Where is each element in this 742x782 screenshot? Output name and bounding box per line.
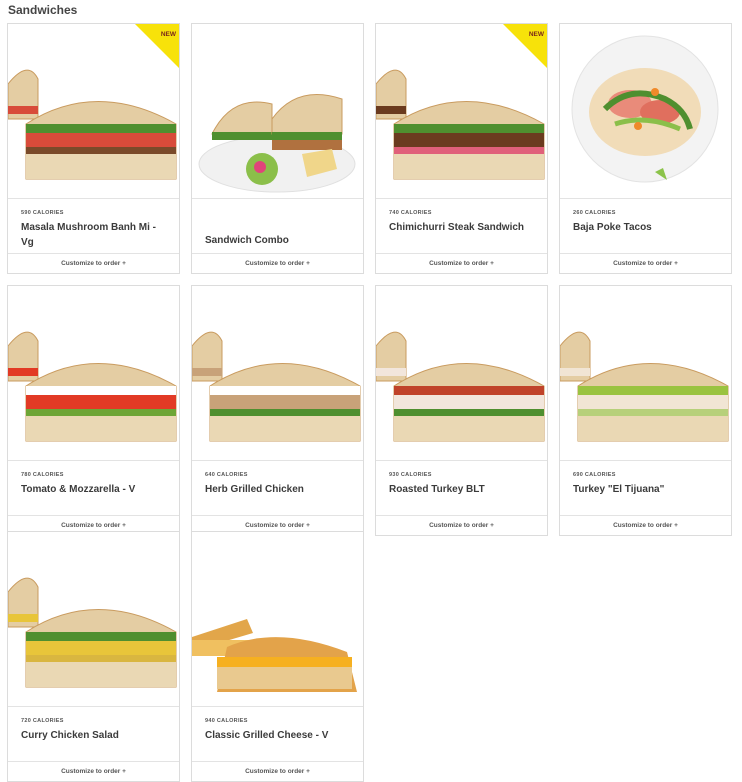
menu-item-card[interactable]: NEW 740 CALORIES Chimichurri Steak Sandwic…: [375, 23, 548, 274]
menu-item-info: 940 CALORIES Classic Grilled Cheese - V: [192, 706, 363, 762]
customize-button[interactable]: Customize to order +: [376, 253, 547, 273]
menu-item-info: 780 CALORIES Tomato & Mozzarella - V: [8, 460, 179, 516]
new-badge: NEW: [135, 24, 179, 68]
customize-button[interactable]: Customize to order +: [8, 253, 179, 273]
menu-item-card[interactable]: 940 CALORIES Classic Grilled Cheese - V Cu…: [191, 531, 364, 782]
menu-item-photo[interactable]: [560, 286, 731, 460]
menu-item-photo[interactable]: [192, 24, 363, 198]
calorie-label: 690 CALORIES: [573, 472, 616, 478]
customize-button[interactable]: Customize to order +: [8, 761, 179, 781]
customize-button[interactable]: Customize to order +: [560, 253, 731, 273]
menu-item-name[interactable]: Curry Chicken Salad: [21, 728, 171, 743]
menu-item-photo[interactable]: [8, 286, 179, 460]
menu-item-photo[interactable]: [8, 532, 179, 706]
menu-item-card[interactable]: 260 CALORIES Baja Poke Tacos Customize to …: [559, 23, 732, 274]
menu-item-name[interactable]: Herb Grilled Chicken: [205, 482, 355, 497]
customize-button[interactable]: Customize to order +: [192, 253, 363, 273]
menu-item-name[interactable]: Sandwich Combo: [205, 233, 355, 248]
customize-button[interactable]: Customize to order +: [376, 515, 547, 535]
menu-item-name[interactable]: Roasted Turkey BLT: [389, 482, 539, 497]
new-badge: NEW: [503, 24, 547, 68]
menu-grid: NEW 590 CALORIES Masala Mushroom Banh Mi -…: [0, 0, 742, 782]
menu-item-name[interactable]: Tomato & Mozzarella - V: [21, 482, 171, 497]
customize-button[interactable]: Customize to order +: [560, 515, 731, 535]
menu-item-info: 590 CALORIES Masala Mushroom Banh Mi - Vg: [8, 198, 179, 254]
menu-item-card[interactable]: 780 CALORIES Tomato & Mozzarella - V Custo…: [7, 285, 180, 536]
calorie-label: 590 CALORIES: [21, 210, 64, 216]
menu-item-card[interactable]: 930 CALORIES Roasted Turkey BLT Customize …: [375, 285, 548, 536]
menu-item-name[interactable]: Classic Grilled Cheese - V: [205, 728, 355, 743]
menu-item-card[interactable]: 640 CALORIES Herb Grilled Chicken Customiz…: [191, 285, 364, 536]
calorie-label: 780 CALORIES: [21, 472, 64, 478]
menu-item-card[interactable]: Sandwich Combo Customize to order +: [191, 23, 364, 274]
menu-item-photo[interactable]: [376, 286, 547, 460]
new-badge-label: NEW: [160, 31, 176, 38]
calorie-label: 720 CALORIES: [21, 718, 64, 724]
menu-item-name[interactable]: Turkey "El Tijuana": [573, 482, 723, 497]
menu-item-info: 260 CALORIES Baja Poke Tacos: [560, 198, 731, 254]
menu-item-card[interactable]: NEW 590 CALORIES Masala Mushroom Banh Mi -…: [7, 23, 180, 274]
calorie-label: 740 CALORIES: [389, 210, 432, 216]
menu-item-card[interactable]: 720 CALORIES Curry Chicken Salad Customize…: [7, 531, 180, 782]
menu-item-photo[interactable]: [560, 24, 731, 198]
new-badge-label: NEW: [528, 31, 544, 38]
menu-item-photo[interactable]: [192, 532, 363, 706]
calorie-label: 260 CALORIES: [573, 210, 616, 216]
menu-item-photo[interactable]: [192, 286, 363, 460]
menu-item-info: 740 CALORIES Chimichurri Steak Sandwich: [376, 198, 547, 254]
menu-item-info: 930 CALORIES Roasted Turkey BLT: [376, 460, 547, 516]
menu-item-info: 640 CALORIES Herb Grilled Chicken: [192, 460, 363, 516]
menu-item-info: Sandwich Combo: [192, 198, 363, 254]
menu-item-name[interactable]: Baja Poke Tacos: [573, 220, 723, 235]
calorie-label: 640 CALORIES: [205, 472, 248, 478]
menu-item-name[interactable]: Masala Mushroom Banh Mi - Vg: [21, 220, 171, 250]
customize-button[interactable]: Customize to order +: [192, 761, 363, 781]
calorie-label: 930 CALORIES: [389, 472, 432, 478]
calorie-label: 940 CALORIES: [205, 718, 248, 724]
menu-item-card[interactable]: 690 CALORIES Turkey "El Tijuana" Customize…: [559, 285, 732, 536]
menu-item-info: 690 CALORIES Turkey "El Tijuana": [560, 460, 731, 516]
menu-item-info: 720 CALORIES Curry Chicken Salad: [8, 706, 179, 762]
menu-item-name[interactable]: Chimichurri Steak Sandwich: [389, 220, 539, 235]
